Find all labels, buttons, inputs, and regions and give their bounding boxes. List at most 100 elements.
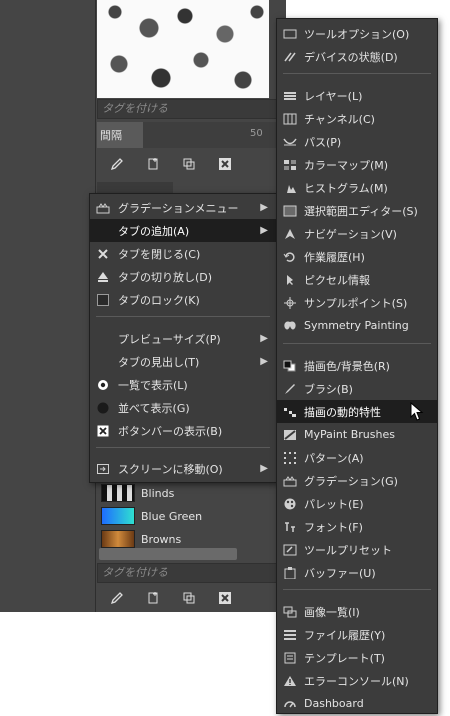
gradient-icon (96, 201, 110, 215)
gradient-item[interactable]: Blinds (98, 483, 274, 503)
tag-input-top[interactable]: タグを付ける (97, 99, 277, 119)
menu-item-error-console[interactable]: エラーコンソール(N) (277, 669, 437, 692)
tool-presets-icon (283, 543, 297, 557)
new-icon[interactable] (145, 156, 161, 172)
menu-item-undo-history[interactable]: 作業履歴(H) (277, 245, 437, 268)
menu-item-brushes[interactable]: ブラシ(B) (277, 377, 437, 400)
menu-item-tool-presets[interactable]: ツールプリセット (277, 538, 437, 561)
navigation-icon (283, 227, 297, 241)
mouse-cursor-icon (410, 401, 424, 425)
menu-item-detach-tab[interactable]: タブの切り放し(D) (90, 265, 276, 288)
gradient-item[interactable]: Browns (98, 529, 274, 549)
gradient-item[interactable]: Blue Green (98, 506, 274, 526)
menu-item-channels[interactable]: チャンネル(C) (277, 107, 437, 130)
dashboard-icon (283, 697, 297, 711)
menu-item-symmetry-painting[interactable]: Symmetry Painting (277, 314, 437, 337)
menu-item-tab-style[interactable]: タブの見出し(T) ▶ (90, 350, 276, 373)
menu-item-tool-options[interactable]: ツールオプション(O) (277, 22, 437, 45)
menu-item-dashboard[interactable]: Dashboard (277, 692, 437, 715)
menu-item-gradients[interactable]: グラデーション(G) (277, 469, 437, 492)
fg-bg-color-icon (283, 359, 297, 373)
spacing-value: 50 (250, 128, 263, 139)
edit-icon[interactable] (109, 590, 125, 606)
duplicate-icon[interactable] (181, 590, 197, 606)
radio-checked-icon (96, 378, 110, 392)
templates-icon (283, 651, 297, 665)
menu-item-palettes[interactable]: パレット(E) (277, 492, 437, 515)
palettes-icon (283, 497, 297, 511)
device-status-icon (283, 50, 297, 64)
buffers-icon (283, 566, 297, 580)
images-icon (283, 605, 297, 619)
menu-item-view-as-list[interactable]: 一覧で表示(L) (90, 373, 276, 396)
brush-grid[interactable] (97, 0, 269, 98)
gradient-swatch (101, 530, 135, 548)
canvas-frame (0, 0, 96, 612)
menu-separator (283, 73, 431, 74)
screen-icon (96, 462, 110, 476)
delete-icon[interactable] (217, 156, 233, 172)
symmetry-icon (283, 319, 297, 333)
gradient-swatch (101, 484, 135, 502)
tab-menu: グラデーションメニュー ▶ タブの追加(A) ▶ タブを閉じる(C) タブの切り… (89, 193, 277, 483)
new-icon[interactable] (145, 590, 161, 606)
menu-item-buffers[interactable]: バッファー(U) (277, 561, 437, 584)
edit-icon[interactable] (109, 156, 125, 172)
menu-item-templates[interactable]: テンプレート(T) (277, 646, 437, 669)
menu-item-view-as-grid[interactable]: 並べて表示(G) (90, 396, 276, 419)
menu-item-gradients-menu[interactable]: グラデーションメニュー ▶ (90, 196, 276, 219)
paint-dynamics-icon (283, 405, 297, 419)
mypaint-brushes-icon (283, 428, 297, 442)
menu-item-paths[interactable]: パス(P) (277, 130, 437, 153)
sample-points-icon (283, 296, 297, 310)
channels-icon (283, 112, 297, 126)
spacing-label: 間隔 (100, 129, 122, 142)
delete-icon[interactable] (217, 590, 233, 606)
menu-item-mypaint-brushes[interactable]: MyPaint Brushes (277, 423, 437, 446)
gradient-label: Blinds (141, 486, 175, 500)
brush-icon (283, 382, 297, 396)
menu-item-images[interactable]: 画像一覧(I) (277, 600, 437, 623)
menu-item-navigation[interactable]: ナビゲーション(V) (277, 222, 437, 245)
menu-item-selection-editor[interactable]: 選択範囲エディター(S) (277, 199, 437, 222)
horizontal-scrollbar[interactable] (99, 548, 237, 560)
menu-item-show-button-bar[interactable]: ボタンバーの表示(B) (90, 419, 276, 442)
duplicate-icon[interactable] (181, 156, 197, 172)
menu-item-layers[interactable]: レイヤー(L) (277, 84, 437, 107)
menu-item-fg-bg-colors[interactable]: 描画色/背景色(R) (277, 354, 437, 377)
tag-input-bottom[interactable]: タグを付ける (97, 563, 277, 583)
submenu-arrow-icon: ▶ (260, 356, 268, 367)
menu-item-preview-size[interactable]: プレビューサイズ(P) ▶ (90, 327, 276, 350)
menu-separator (283, 343, 431, 344)
menu-item-fonts[interactable]: フォント(F) (277, 515, 437, 538)
patterns-icon (283, 451, 297, 465)
menu-item-lock-tab[interactable]: タブのロック(K) (90, 288, 276, 311)
menu-item-sample-points[interactable]: サンプルポイント(S) (277, 291, 437, 314)
submenu-arrow-icon: ▶ (260, 333, 268, 344)
menu-item-colormap[interactable]: カラーマップ(M) (277, 153, 437, 176)
menu-item-close-tab[interactable]: タブを閉じる(C) (90, 242, 276, 265)
selection-editor-icon (283, 204, 297, 218)
menu-item-pointer[interactable]: ピクセル情報 (277, 268, 437, 291)
gradient-label: Blue Green (141, 509, 203, 523)
menu-item-document-history[interactable]: ファイル履歴(Y) (277, 623, 437, 646)
menu-separator (96, 447, 270, 448)
checkbox-checked-icon (96, 424, 110, 438)
layers-icon (283, 89, 297, 103)
dock-toolbar-top (97, 151, 277, 177)
menu-item-device-status[interactable]: デバイスの状態(D) (277, 45, 437, 68)
pointer-icon (283, 273, 297, 287)
fonts-icon (283, 520, 297, 534)
submenu-arrow-icon: ▶ (260, 202, 268, 213)
menu-item-move-to-screen[interactable]: スクリーンに移動(O) ▶ (90, 457, 276, 480)
radio-unchecked-icon (96, 401, 110, 415)
dock-toolbar-bottom (97, 585, 277, 611)
menu-item-histogram[interactable]: ヒストグラム(M) (277, 176, 437, 199)
add-tab-submenu: ツールオプション(O) デバイスの状態(D) レイヤー(L) チャンネル(C) … (276, 18, 438, 714)
menu-item-add-tab[interactable]: タブの追加(A) ▶ (90, 219, 276, 242)
menu-item-patterns[interactable]: パターン(A) (277, 446, 437, 469)
document-history-icon (283, 628, 297, 642)
colormap-icon (283, 158, 297, 172)
submenu-arrow-icon: ▶ (260, 225, 268, 236)
gradient-label: Browns (141, 532, 182, 546)
